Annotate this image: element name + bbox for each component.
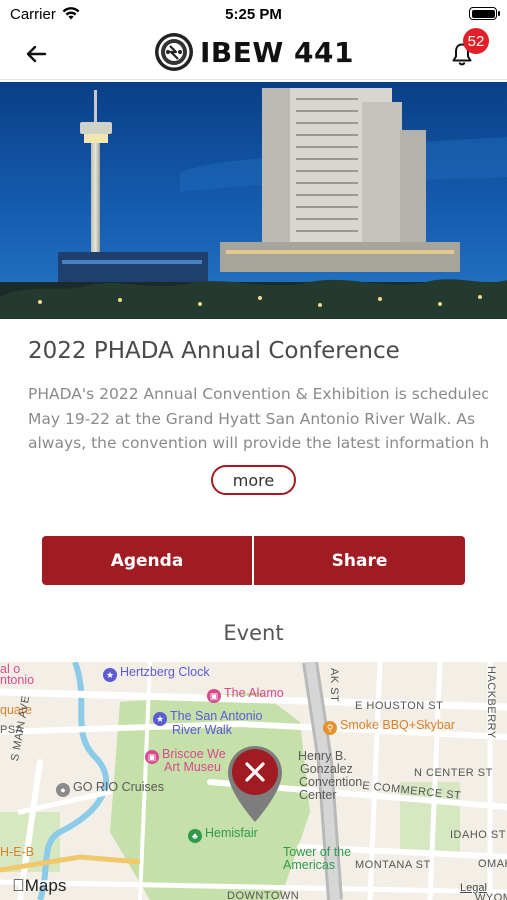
section-heading: Event [223, 621, 284, 645]
map-label: GO RIO Cruises [73, 780, 164, 794]
museum-icon: ▣ [145, 750, 159, 764]
map-label: The Alamo [224, 686, 284, 700]
map-poi-smoke[interactable]: ⚲ Smoke BBQ+Skybar [323, 718, 455, 735]
notification-badge: 52 [463, 28, 489, 54]
more-button[interactable]: more [211, 465, 296, 495]
park-icon: ♣ [188, 829, 202, 843]
map-label: N CENTER ST [414, 767, 493, 779]
map-label: H-E-B [0, 845, 35, 859]
map-label: Hemisfair [205, 826, 258, 840]
map-label: River Walk [172, 723, 232, 737]
map-label: Gonzalez [300, 762, 353, 776]
app-header: IBEW 441 52 [0, 28, 507, 80]
share-button[interactable]: Share [254, 536, 465, 585]
maps-brand-text: Maps [12, 876, 67, 895]
ibew-logo-icon [155, 33, 193, 71]
map-label: HACKBERRY [485, 666, 497, 739]
map-label: Hertzberg Clock [120, 665, 210, 679]
map-label: IDAHO ST [450, 829, 506, 841]
event-description-line: always, the convention will provide the … [28, 434, 488, 452]
action-buttons: Agenda Share [42, 536, 465, 585]
map-label: Americas [283, 858, 336, 872]
event-hero-image [0, 82, 507, 319]
map-label: Convention [299, 775, 363, 789]
event-description-line: May 19-22 at the Grand Hyatt San Antonio… [28, 409, 476, 428]
map-label: OMAH [478, 858, 507, 870]
map-label: Henry B. [298, 749, 347, 763]
brand: IBEW 441 [154, 30, 354, 74]
map-label: E HOUSTON ST [355, 700, 444, 712]
status-bar: Carrier 5:25 PM [0, 0, 507, 28]
map-poi-hertzberg[interactable]: ★ Hertzberg Clock [103, 665, 210, 682]
legal-link[interactable]: Legal [460, 882, 487, 894]
map-label: Art Museu [164, 760, 221, 774]
maps-brand: Maps [12, 876, 66, 896]
museum-icon: ▣ [207, 689, 221, 703]
star-icon: ★ [103, 668, 117, 682]
map-pin-icon[interactable] [226, 744, 284, 824]
agenda-button[interactable]: Agenda [42, 536, 252, 585]
map-label: Center [299, 788, 337, 802]
map-label: Briscoe We [162, 747, 226, 761]
map-poi-gorio[interactable]: ● GO RIO Cruises [56, 780, 164, 797]
apple-icon:  [12, 876, 25, 895]
back-arrow-icon [26, 45, 47, 63]
pin-icon: ● [56, 783, 70, 797]
map-label: DOWNTOWN [227, 890, 300, 900]
brand-text: IBEW 441 [200, 35, 354, 69]
event-map[interactable]: al o ntonio ★ Hertzberg Clock ▣ The Alamo … [0, 662, 507, 900]
map-label: AK ST [328, 668, 340, 703]
battery-icon [469, 7, 500, 20]
map-label: The San Antonio [170, 709, 263, 723]
map-label: MONTANA ST [355, 859, 431, 871]
back-button[interactable] [20, 38, 52, 70]
star-icon: ★ [153, 712, 167, 726]
event-description-line: PHADA's 2022 Annual Convention & Exhibit… [28, 385, 488, 403]
map-label: Tower of the [283, 845, 352, 859]
event-description: PHADA's 2022 Annual Convention & Exhibit… [28, 382, 488, 456]
restaurant-icon: ⚲ [323, 721, 337, 735]
map-poi-alamo[interactable]: ▣ The Alamo [207, 686, 284, 703]
map-label: Smoke BBQ+Skybar [340, 718, 455, 732]
map-label: ntonio [0, 673, 35, 687]
map-poi-hemisfair[interactable]: ♣ Hemisfair [188, 826, 258, 843]
status-time: 5:25 PM [225, 6, 282, 23]
event-title: 2022 PHADA Annual Conference [28, 338, 400, 364]
